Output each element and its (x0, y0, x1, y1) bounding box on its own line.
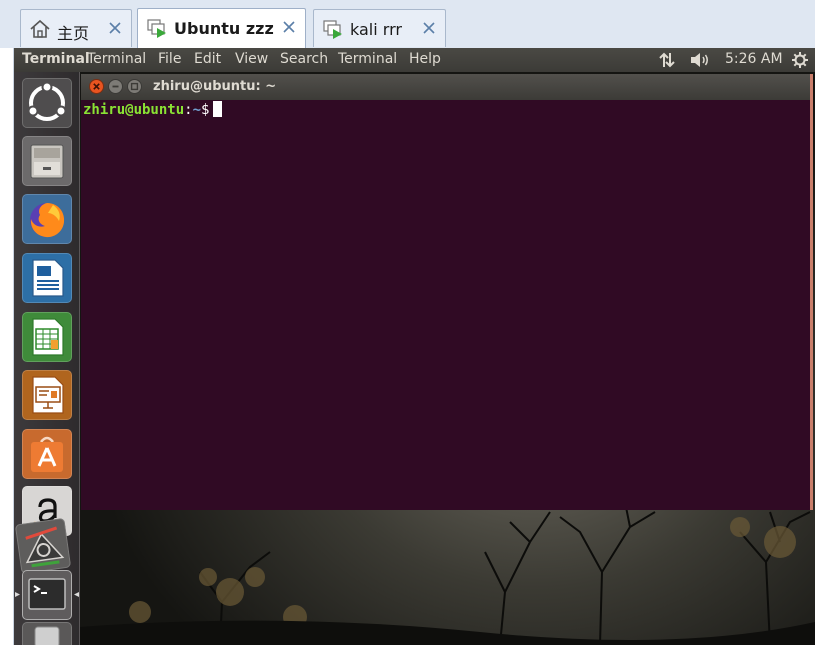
close-icon[interactable] (281, 19, 297, 35)
prompt-separator: : (184, 102, 193, 118)
menu-file[interactable]: File (158, 51, 181, 67)
trash-icon (34, 626, 60, 645)
text-cursor (213, 101, 223, 117)
menu-view[interactable]: View (235, 51, 268, 67)
minimize-icon[interactable] (108, 79, 123, 94)
close-icon[interactable] (107, 20, 123, 36)
launcher-terminal[interactable] (22, 570, 72, 620)
maximize-icon[interactable] (127, 79, 142, 94)
home-icon (30, 19, 50, 38)
launcher-libreoffice-calc[interactable] (22, 312, 72, 362)
tab-kali-vm-label: kali rrr (350, 20, 402, 39)
clock[interactable]: 5:26 AM (725, 51, 783, 67)
software-center-icon (31, 436, 63, 472)
launcher-libreoffice-writer[interactable] (22, 253, 72, 303)
terminal-icon (28, 578, 66, 610)
file-cabinet-icon (30, 144, 64, 179)
menu-search[interactable]: Search (280, 51, 328, 67)
network-arrows-icon[interactable] (658, 51, 676, 69)
tab-home[interactable]: 主页 (20, 9, 132, 47)
launcher-system-settings[interactable] (14, 517, 72, 575)
prompt-symbol: $ (201, 102, 210, 118)
active-app-name: Terminal (22, 51, 90, 67)
tab-ubuntu-vm-label: Ubuntu zzz (174, 19, 274, 38)
launcher-firefox[interactable] (22, 194, 72, 244)
terminal-output-area[interactable]: zhiru@ubuntu:~$ (81, 100, 810, 510)
vm-icon (147, 19, 166, 38)
launcher-trash[interactable] (22, 622, 72, 645)
terminal-title: zhiru@ubuntu: ~ (153, 79, 277, 94)
terminal-prompt-line: zhiru@ubuntu:~$ (83, 100, 223, 120)
settings-icon (25, 526, 65, 568)
launcher-dash-home[interactable] (22, 78, 72, 128)
vm-icon (323, 20, 342, 39)
close-icon[interactable] (89, 79, 104, 94)
host-tab-bar: 主页 Ubuntu zzz kali rrr (0, 0, 815, 48)
menu-edit[interactable]: Edit (194, 51, 221, 67)
firefox-icon (30, 203, 65, 238)
menu-terminal-2[interactable]: Terminal (338, 51, 397, 67)
tab-ubuntu-vm[interactable]: Ubuntu zzz (137, 8, 306, 48)
tab-home-label: 主页 (57, 24, 90, 43)
writer-document-icon (32, 259, 64, 297)
host-sidebar-edge (0, 48, 14, 645)
close-icon[interactable] (421, 20, 437, 36)
volume-icon[interactable] (689, 51, 711, 69)
menu-help[interactable]: Help (409, 51, 441, 67)
menu-terminal[interactable]: Terminal (87, 51, 146, 67)
launcher-files[interactable] (22, 136, 72, 186)
unity-launcher (14, 72, 80, 645)
terminal-titlebar[interactable]: zhiru@ubuntu: ~ (81, 74, 810, 100)
tab-kali-vm[interactable]: kali rrr (313, 9, 446, 47)
prompt-user-host: zhiru@ubuntu (83, 102, 185, 118)
top-panel: Terminal Terminal File Edit View Search … (14, 48, 815, 72)
launcher-ubuntu-software[interactable] (22, 429, 72, 479)
gear-icon[interactable] (791, 51, 809, 69)
prompt-path: ~ (192, 102, 202, 118)
ubuntu-logo-icon (27, 81, 67, 121)
focused-indicator-icon (74, 592, 79, 597)
calc-spreadsheet-icon (32, 318, 64, 356)
running-indicator-icon (15, 592, 20, 597)
impress-presentation-icon (32, 376, 64, 414)
terminal-window[interactable]: zhiru@ubuntu: ~ zhiru@ubuntu:~$ (81, 74, 813, 510)
launcher-libreoffice-impress[interactable] (22, 370, 72, 420)
